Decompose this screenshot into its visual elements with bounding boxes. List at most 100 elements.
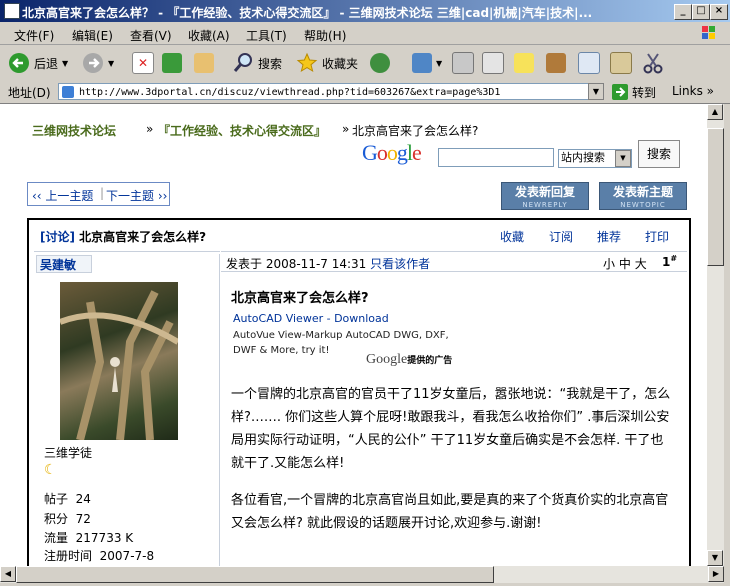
font-large-link[interactable]: 大 bbox=[635, 257, 647, 271]
favorites-button[interactable]: 收藏夹 bbox=[296, 51, 358, 75]
mail-icon bbox=[412, 53, 432, 73]
page-content: 三维网技术论坛 » 『工作经验、技术心得交流区』 » 北京高官来了会怎么样? G… bbox=[0, 104, 707, 566]
user-stat-traffic: 流量 217733 K bbox=[44, 531, 134, 545]
prev-topic-link[interactable]: ‹‹ 上一主题 bbox=[32, 187, 93, 204]
next-topic-link[interactable]: 下一主题 ›› bbox=[106, 187, 167, 204]
home-button[interactable] bbox=[194, 51, 214, 75]
menu-favorites[interactable]: 收藏(A) bbox=[188, 27, 230, 44]
copy-button[interactable] bbox=[578, 51, 600, 75]
minimize-button[interactable]: _ bbox=[674, 4, 692, 20]
font-size-controls: 小 中 大 bbox=[603, 255, 647, 272]
breadcrumb-thread: 北京高官来了会怎么样? bbox=[352, 124, 479, 138]
scroll-right-button[interactable]: ▶ bbox=[708, 566, 724, 582]
home-icon bbox=[194, 53, 214, 73]
address-dropdown-button[interactable]: ▼ bbox=[588, 83, 604, 100]
forward-button[interactable]: ▼ bbox=[82, 51, 114, 75]
cut-button[interactable] bbox=[642, 51, 664, 75]
scroll-thumb[interactable] bbox=[707, 128, 724, 266]
research-button[interactable] bbox=[546, 51, 566, 75]
scroll-left-button[interactable]: ◀ bbox=[0, 566, 16, 582]
favorites-label: 收藏夹 bbox=[322, 56, 359, 71]
maximize-button[interactable]: □ bbox=[692, 4, 710, 20]
new-reply-button[interactable]: 发表新回复 NEWREPLY bbox=[501, 182, 589, 210]
history-button[interactable] bbox=[370, 51, 390, 75]
discuss-button[interactable] bbox=[514, 51, 534, 75]
scroll-up-button[interactable]: ▲ bbox=[707, 104, 723, 120]
address-label: 地址(D) bbox=[8, 86, 51, 100]
stop-icon: ✕ bbox=[132, 52, 154, 74]
new-topic-button[interactable]: 发表新主题 NEWTOPIC bbox=[599, 182, 687, 210]
post-author-name[interactable]: 吴建敏 bbox=[36, 255, 92, 273]
research-icon bbox=[546, 53, 566, 73]
history-icon bbox=[370, 53, 390, 73]
post-paragraph-1: 一个冒牌的北京高官的官员干了11岁女童后，嚣张地说：“我就是干了，怎么样?…….… bbox=[231, 387, 671, 471]
subscribe-thread-link[interactable]: 订阅 bbox=[549, 228, 573, 245]
avatar-photo-tree bbox=[60, 290, 178, 440]
refresh-icon bbox=[162, 53, 182, 73]
recommend-thread-link[interactable]: 推荐 bbox=[597, 228, 621, 245]
stop-button[interactable]: ✕ bbox=[132, 51, 154, 75]
copy-icon bbox=[578, 52, 600, 74]
horizontal-scrollbar[interactable]: ◀ ▶ bbox=[0, 566, 724, 583]
print-icon bbox=[452, 52, 474, 74]
menu-bar: 文件(F) 编辑(E) 查看(V) 收藏(A) 工具(T) 帮助(H) bbox=[0, 22, 730, 45]
google-search-button[interactable]: 搜索 bbox=[638, 140, 680, 168]
title-bar: 北京高官来了会怎么样？ - 『工作经验、技术心得交流区』 - 三维网技术论坛 三… bbox=[0, 0, 730, 22]
thread-nav: ‹‹ 上一主题 | 下一主题 ›› bbox=[27, 182, 170, 206]
edit-button[interactable] bbox=[482, 51, 504, 75]
print-thread-link[interactable]: 打印 bbox=[645, 228, 669, 245]
user-stat-posts: 帖子 24 bbox=[44, 492, 91, 506]
back-button[interactable]: 后退 ▼ bbox=[8, 51, 68, 75]
breadcrumb-forum[interactable]: 『工作经验、技术心得交流区』 bbox=[158, 122, 326, 139]
menu-file[interactable]: 文件(F) bbox=[14, 27, 54, 44]
window-title: 北京高官来了会怎么样？ - 『工作经验、技术心得交流区』 - 三维网技术论坛 三… bbox=[22, 6, 593, 20]
post-floor-number: 1# bbox=[662, 254, 678, 269]
thread-title: [讨论] 北京高官来了会怎么样? bbox=[40, 230, 207, 244]
go-arrow-icon bbox=[612, 84, 628, 100]
menu-edit[interactable]: 编辑(E) bbox=[72, 27, 113, 44]
windows-logo-icon bbox=[702, 26, 715, 39]
hscroll-thumb[interactable] bbox=[16, 566, 494, 583]
menu-tools[interactable]: 工具(T) bbox=[246, 27, 287, 44]
menu-help[interactable]: 帮助(H) bbox=[304, 27, 346, 44]
post-paragraph-2: 各位看官,一个冒牌的北京高官尚且如此,要是真的来了个货真价实的北京高官又会怎么样… bbox=[231, 493, 669, 531]
google-logo: Google bbox=[362, 140, 422, 165]
go-label: 转到 bbox=[632, 85, 657, 100]
back-arrow-icon bbox=[9, 53, 29, 73]
favorite-thread-link[interactable]: 收藏 bbox=[500, 228, 524, 245]
forward-arrow-icon bbox=[83, 53, 103, 73]
rank-moon-icon: ☾ bbox=[44, 462, 57, 478]
paste-icon bbox=[610, 52, 632, 74]
favorites-star-icon bbox=[296, 52, 318, 73]
go-button[interactable]: 转到 bbox=[612, 83, 656, 101]
google-search-input[interactable] bbox=[438, 148, 554, 167]
ad-attribution: Google提供的广告 bbox=[366, 352, 453, 367]
close-button[interactable]: × bbox=[710, 4, 728, 20]
only-author-link[interactable]: 只看该作者 bbox=[370, 257, 430, 271]
font-small-link[interactable]: 小 bbox=[603, 257, 615, 271]
vertical-scrollbar[interactable]: ▲ ▼ bbox=[707, 104, 724, 566]
links-button[interactable]: Links » bbox=[672, 84, 714, 98]
scroll-down-button[interactable]: ▼ bbox=[707, 550, 723, 566]
scissors-icon bbox=[643, 53, 663, 74]
breadcrumb-home[interactable]: 三维网技术论坛 bbox=[32, 122, 116, 139]
post-date: 发表于 2008-11-7 14:31 bbox=[226, 257, 367, 271]
paste-button[interactable] bbox=[610, 51, 632, 75]
search-label: 搜索 bbox=[258, 56, 283, 71]
user-stat-credits: 积分 72 bbox=[44, 512, 91, 526]
discuss-icon bbox=[514, 53, 534, 73]
ad-link[interactable]: AutoCAD Viewer - Download bbox=[233, 312, 389, 325]
menu-view[interactable]: 查看(V) bbox=[130, 27, 172, 44]
user-stat-regdate: 注册时间 2007-7-8 bbox=[44, 549, 155, 563]
back-label: 后退 bbox=[34, 56, 59, 71]
ie-app-icon bbox=[4, 3, 20, 19]
address-input[interactable]: http://www.3dportal.cn/discuz/viewthread… bbox=[58, 83, 604, 100]
google-scope-select[interactable]: 站内搜索 ▼ bbox=[558, 149, 632, 168]
search-button[interactable]: 搜索 bbox=[232, 51, 282, 75]
print-button[interactable] bbox=[452, 51, 474, 75]
font-medium-link[interactable]: 中 bbox=[619, 257, 631, 271]
mail-button[interactable]: ▼ bbox=[412, 51, 442, 75]
address-bar: 地址(D) http://www.3dportal.cn/discuz/view… bbox=[0, 81, 730, 104]
refresh-button[interactable] bbox=[162, 51, 182, 75]
edit-icon bbox=[482, 52, 504, 74]
